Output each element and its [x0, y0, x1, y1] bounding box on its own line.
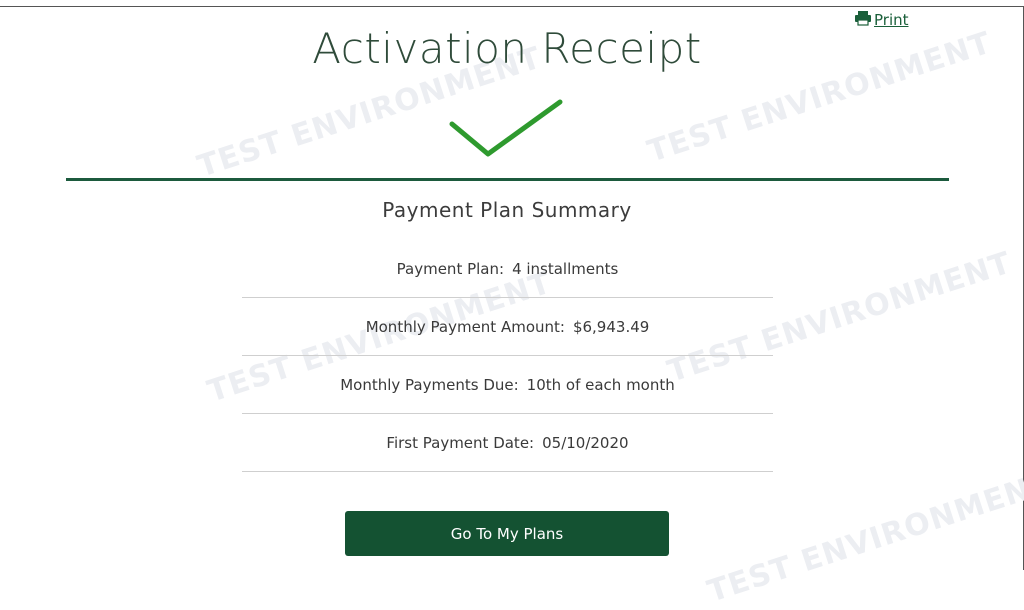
row-label: First Payment Date:	[386, 433, 535, 452]
page-title: Activation Receipt	[312, 24, 702, 73]
summary-row-first-payment: First Payment Date: 05/10/2020	[242, 414, 773, 472]
row-label: Monthly Payment Amount:	[365, 317, 565, 336]
summary-row-payment-plan: Payment Plan: 4 installments	[242, 240, 773, 298]
checkmark-icon	[449, 99, 563, 157]
row-value: 05/10/2020	[542, 433, 629, 452]
section-divider	[66, 178, 949, 181]
summary-row-monthly-amount: Monthly Payment Amount: $6,943.49	[242, 298, 773, 356]
row-value: $6,943.49	[572, 317, 650, 336]
go-to-my-plans-button[interactable]: Go To My Plans	[345, 511, 669, 556]
row-value: 4 installments	[512, 259, 619, 278]
row-value: 10th of each month	[526, 375, 675, 394]
row-label: Payment Plan:	[396, 259, 505, 278]
summary-row-payments-due: Monthly Payments Due: 10th of each month	[242, 356, 773, 414]
summary-title: Payment Plan Summary	[382, 198, 632, 222]
row-label: Monthly Payments Due:	[340, 375, 519, 394]
summary-list: Payment Plan: 4 installments Monthly Pay…	[242, 240, 773, 472]
